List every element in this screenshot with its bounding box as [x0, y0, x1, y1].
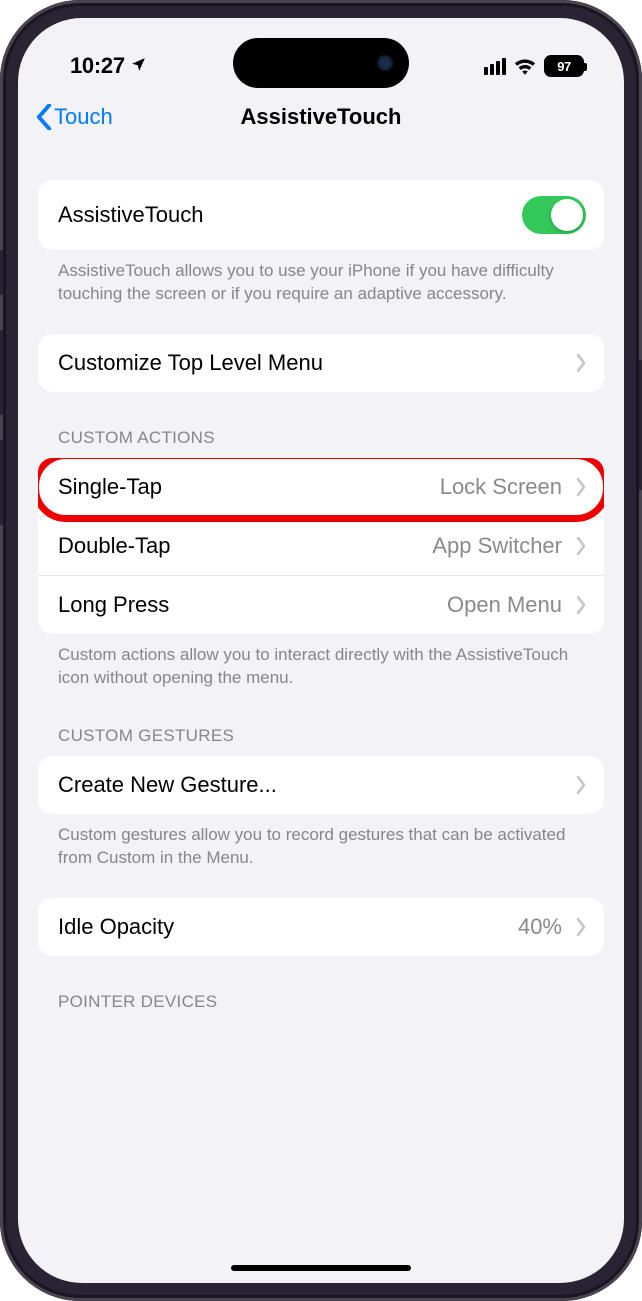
back-label: Touch	[54, 104, 113, 130]
battery-icon: 97	[544, 55, 584, 77]
chevron-left-icon	[36, 104, 52, 130]
custom-gestures-footer: Custom gestures allow you to record gest…	[38, 814, 604, 870]
location-icon	[130, 53, 147, 79]
single-tap-label: Single-Tap	[58, 474, 162, 500]
double-tap-label: Double-Tap	[58, 533, 171, 559]
customize-top-level-menu-row[interactable]: Customize Top Level Menu	[38, 334, 604, 392]
chevron-right-icon	[576, 537, 586, 555]
assistivetouch-toggle-row[interactable]: AssistiveTouch	[38, 180, 604, 250]
volume-down-button	[0, 440, 3, 525]
mute-switch	[0, 250, 3, 295]
screen: 10:27 97 Touch AssistiveTouch	[18, 18, 624, 1283]
idle-opacity-section: Idle Opacity 40%	[38, 898, 604, 956]
single-tap-value: Lock Screen	[440, 474, 566, 500]
long-press-label: Long Press	[58, 592, 169, 618]
single-tap-row[interactable]: Single-Tap Lock Screen	[38, 458, 604, 516]
assistivetouch-section: AssistiveTouch AssistiveTouch allows you…	[38, 180, 604, 306]
custom-actions-footer: Custom actions allow you to interact dir…	[38, 634, 604, 690]
double-tap-row[interactable]: Double-Tap App Switcher	[38, 516, 604, 575]
chevron-right-icon	[576, 478, 586, 496]
status-time: 10:27	[70, 53, 125, 79]
create-new-gesture-row[interactable]: Create New Gesture...	[38, 756, 604, 814]
idle-opacity-row[interactable]: Idle Opacity 40%	[38, 898, 604, 956]
wifi-icon	[514, 58, 536, 75]
phone-frame: 10:27 97 Touch AssistiveTouch	[0, 0, 642, 1301]
idle-opacity-value: 40%	[518, 914, 566, 940]
cellular-signal-icon	[484, 58, 506, 75]
dynamic-island	[233, 38, 409, 88]
long-press-value: Open Menu	[447, 592, 566, 618]
custom-actions-header: CUSTOM ACTIONS	[38, 428, 604, 458]
chevron-right-icon	[576, 354, 586, 372]
double-tap-value: App Switcher	[432, 533, 566, 559]
chevron-right-icon	[576, 918, 586, 936]
volume-up-button	[0, 330, 3, 415]
assistivetouch-footer: AssistiveTouch allows you to use your iP…	[38, 250, 604, 306]
back-button[interactable]: Touch	[36, 104, 113, 130]
assistivetouch-toggle[interactable]	[522, 196, 586, 234]
custom-gestures-section: CUSTOM GESTURES Create New Gesture... Cu…	[38, 726, 604, 870]
custom-gestures-header: CUSTOM GESTURES	[38, 726, 604, 756]
customize-menu-section: Customize Top Level Menu	[38, 334, 604, 392]
chevron-right-icon	[576, 596, 586, 614]
pointer-devices-section: POINTER DEVICES	[38, 992, 604, 1022]
idle-opacity-label: Idle Opacity	[58, 914, 174, 940]
settings-content: AssistiveTouch AssistiveTouch allows you…	[18, 180, 624, 1022]
navigation-bar: Touch AssistiveTouch	[18, 90, 624, 146]
long-press-row[interactable]: Long Press Open Menu	[38, 575, 604, 634]
pointer-devices-header: POINTER DEVICES	[38, 992, 604, 1022]
create-gesture-label: Create New Gesture...	[58, 772, 277, 798]
home-indicator[interactable]	[231, 1265, 411, 1271]
chevron-right-icon	[576, 776, 586, 794]
customize-menu-label: Customize Top Level Menu	[58, 350, 323, 376]
front-camera	[377, 55, 393, 71]
custom-actions-section: CUSTOM ACTIONS Single-Tap Lock Screen Do…	[38, 428, 604, 690]
assistivetouch-label: AssistiveTouch	[58, 202, 204, 228]
